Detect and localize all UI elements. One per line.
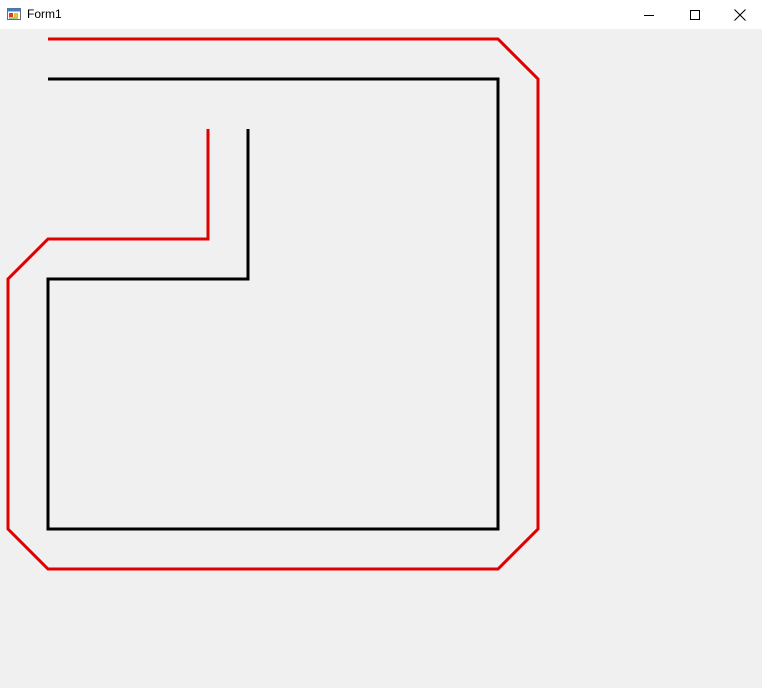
minimize-icon <box>644 14 654 16</box>
inner-black-path <box>46 77 500 531</box>
window-title: Form1 <box>27 7 62 21</box>
close-button[interactable] <box>717 0 762 29</box>
maximize-button[interactable] <box>672 0 718 29</box>
title-bar[interactable]: Form1 <box>0 0 762 29</box>
close-icon <box>734 8 746 21</box>
drawing-canvas <box>6 37 540 571</box>
client-area <box>0 29 762 688</box>
winforms-app-icon <box>7 8 21 20</box>
maximize-icon <box>690 9 700 20</box>
outer-red-path <box>6 37 540 571</box>
form1-window: Form1 <box>0 0 762 688</box>
minimize-button[interactable] <box>626 0 672 29</box>
